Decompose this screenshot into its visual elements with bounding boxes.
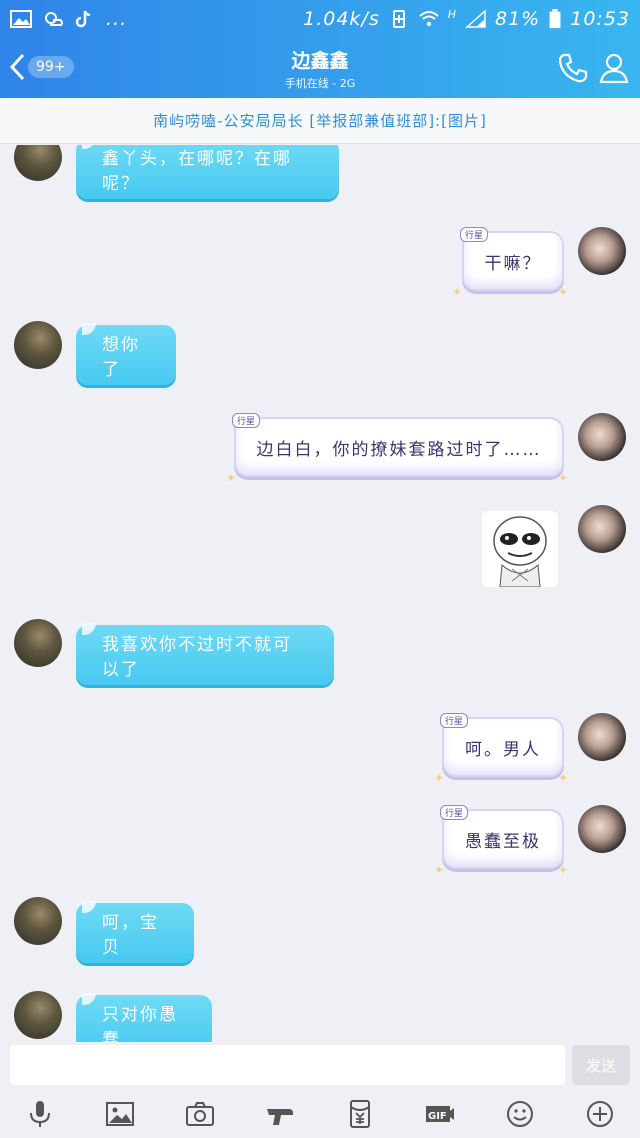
my-avatar[interactable] xyxy=(578,227,626,275)
bubble-tag: 行星 xyxy=(440,713,469,728)
image-button[interactable] xyxy=(102,1096,138,1132)
my-avatar[interactable] xyxy=(578,413,626,461)
mic-icon xyxy=(30,1101,50,1127)
gallery-icon xyxy=(10,10,32,28)
bubble-tag: 行星 xyxy=(460,227,489,242)
send-button[interactable]: 发送 xyxy=(572,1045,630,1085)
message-bubble-incoming[interactable]: 只对你愚蠢 xyxy=(76,993,212,1042)
emoji-icon xyxy=(507,1101,533,1127)
battery-percent: 81% xyxy=(495,8,541,30)
star-decoration-icon: ✦ xyxy=(434,771,447,785)
profile-icon[interactable] xyxy=(597,51,631,85)
more-notifications: ... xyxy=(106,8,128,30)
more-button[interactable] xyxy=(582,1096,618,1132)
message-input-bar: 发送 xyxy=(0,1042,640,1090)
rage-face-sticker[interactable] xyxy=(482,511,558,588)
star-decoration-icon: ✦ xyxy=(434,863,447,877)
message-bubble-incoming[interactable]: 想你了 xyxy=(76,323,176,385)
message-bubble-outgoing[interactable]: 行星 干嘛？ ✦ ✦ xyxy=(452,227,568,299)
group-notice-banner[interactable]: 南屿唠嗑-公安局局长 [举报部兼值班部]:[图片] xyxy=(0,98,640,144)
message-text: 愚蠢至极 xyxy=(465,831,541,852)
signal-icon xyxy=(465,9,486,28)
wifi-icon xyxy=(419,11,439,27)
message-list[interactable]: 鑫丫头，在哪呢？在哪呢？ 行星 干嘛？ ✦ ✦ 想你了 行星 边白白，你的撩妹套… xyxy=(0,145,640,1042)
star-decoration-icon: ✦ xyxy=(557,285,570,299)
gif-icon: GIF xyxy=(426,1106,454,1122)
camera-icon xyxy=(186,1102,214,1126)
contact-avatar[interactable] xyxy=(14,321,62,369)
message-text: 呵。男人 xyxy=(465,739,541,760)
sticker-face-icon xyxy=(493,516,547,588)
clock: 10:53 xyxy=(570,8,630,30)
message-bubble-incoming[interactable]: 我喜欢你不过时不就可以了 xyxy=(76,623,334,685)
battery-icon xyxy=(549,9,561,29)
tiktok-icon xyxy=(75,10,91,28)
my-avatar[interactable] xyxy=(578,713,626,761)
red-packet-button[interactable] xyxy=(342,1096,378,1132)
voice-button[interactable] xyxy=(22,1096,58,1132)
message-bubble-outgoing[interactable]: 行星 边白白，你的撩妹套路过时了…… ✦ ✦ xyxy=(226,413,568,485)
message-text: 干嘛？ xyxy=(484,253,542,274)
star-decoration-icon: ✦ xyxy=(557,471,570,485)
network-speed: 1.04k/s xyxy=(303,8,380,30)
status-bar: ... 1.04k/s H 81% 10:53 xyxy=(0,0,640,38)
contact-avatar[interactable] xyxy=(14,619,62,667)
my-avatar[interactable] xyxy=(578,805,626,853)
bubble-tag: 行星 xyxy=(232,413,261,428)
contact-avatar[interactable] xyxy=(14,991,62,1039)
hongbao-gun-button[interactable] xyxy=(262,1096,298,1132)
signal-type: H xyxy=(447,7,457,21)
gif-button[interactable]: GIF xyxy=(422,1096,458,1132)
emoji-button[interactable] xyxy=(502,1096,538,1132)
online-status: 手机在线 - 2G xyxy=(284,77,356,90)
star-decoration-icon: ✦ xyxy=(226,471,239,485)
message-bubble-outgoing[interactable]: 行星 愚蠢至极 ✦ ✦ xyxy=(434,805,568,877)
message-bubble-incoming[interactable]: 鑫丫头，在哪呢？在哪呢？ xyxy=(76,145,339,199)
chat-header: 99+ 边鑫鑫 手机在线 - 2G xyxy=(0,38,640,98)
plus-icon xyxy=(587,1101,613,1127)
input-toolbar: GIF xyxy=(0,1090,640,1138)
message-text: 边白白，你的撩妹套路过时了…… xyxy=(256,439,542,460)
svg-text:GIF: GIF xyxy=(428,1111,447,1122)
battery-saver-icon xyxy=(392,10,405,28)
star-decoration-icon: ✦ xyxy=(557,863,570,877)
contact-avatar[interactable] xyxy=(14,897,62,945)
bubble-tag: 行星 xyxy=(440,805,469,820)
phone-call-icon[interactable] xyxy=(556,51,590,85)
camera-button[interactable] xyxy=(182,1096,218,1132)
image-icon xyxy=(106,1102,134,1126)
message-input[interactable] xyxy=(10,1045,565,1085)
message-bubble-outgoing[interactable]: 行星 呵。男人 ✦ ✦ xyxy=(434,713,568,785)
hongbao-gun-icon xyxy=(267,1109,293,1125)
my-avatar[interactable] xyxy=(578,505,626,553)
star-decoration-icon: ✦ xyxy=(557,771,570,785)
message-bubble-incoming[interactable]: 呵，宝贝 xyxy=(76,901,194,963)
contact-avatar[interactable] xyxy=(14,145,62,181)
red-packet-icon xyxy=(350,1100,370,1128)
star-decoration-icon: ✦ xyxy=(452,285,465,299)
contact-name: 边鑫鑫 xyxy=(291,50,349,72)
weather-icon xyxy=(45,12,63,26)
